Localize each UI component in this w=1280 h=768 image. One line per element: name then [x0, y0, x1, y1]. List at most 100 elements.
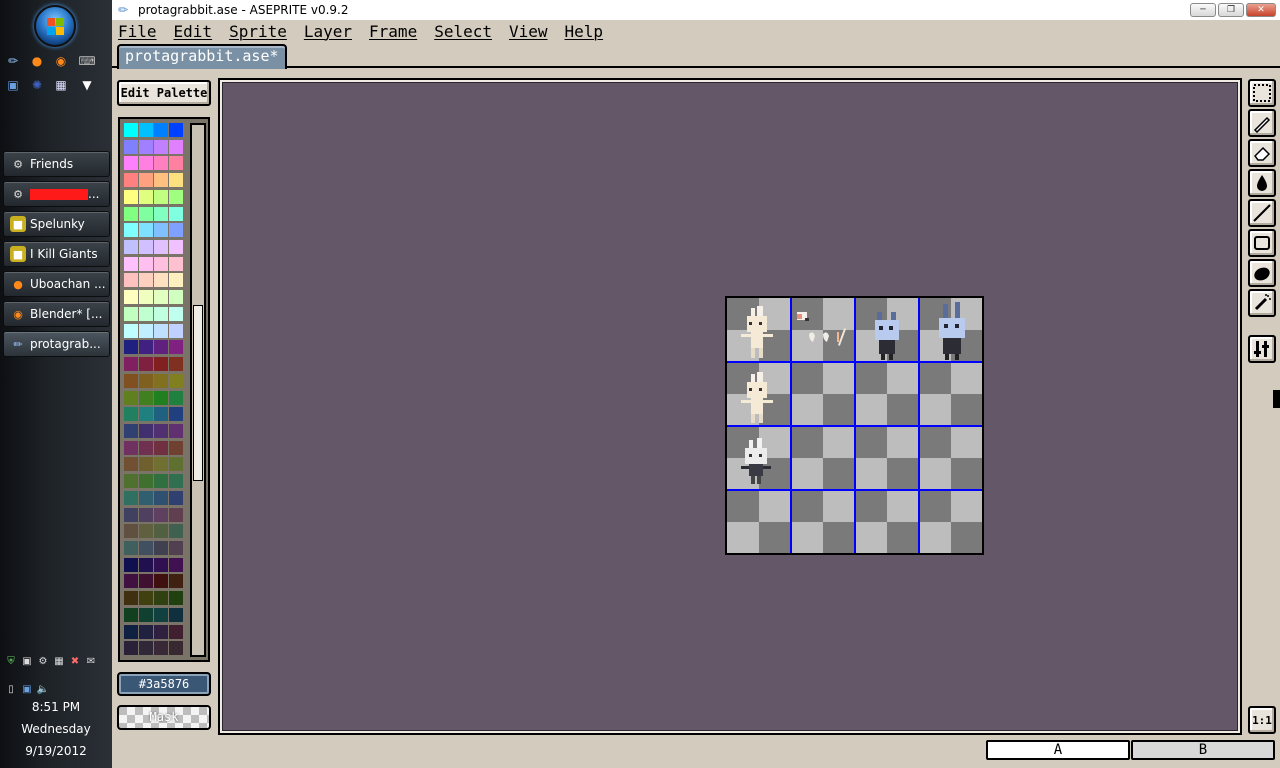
- palette-swatch[interactable]: [124, 139, 138, 154]
- palette-swatch[interactable]: [154, 323, 168, 338]
- palette-swatch[interactable]: [154, 641, 168, 656]
- keyboard-quicklaunch-icon[interactable]: ⌨: [78, 52, 96, 70]
- palette-swatch[interactable]: [169, 373, 183, 388]
- palette-swatch[interactable]: [169, 624, 183, 639]
- palette-swatch[interactable]: [124, 256, 138, 271]
- palette-swatch[interactable]: [169, 340, 183, 355]
- palette-swatch[interactable]: [154, 524, 168, 539]
- palette-swatch[interactable]: [139, 557, 153, 572]
- palette-swatch[interactable]: [139, 591, 153, 606]
- palette-swatch[interactable]: [154, 139, 168, 154]
- palette-swatch[interactable]: [154, 273, 168, 288]
- palette-swatch[interactable]: [124, 641, 138, 656]
- palette-swatch[interactable]: [169, 641, 183, 656]
- palette-swatch[interactable]: [154, 540, 168, 555]
- firefox-quicklaunch-icon[interactable]: ●: [28, 52, 46, 70]
- taskbar-item-i-kill-giants[interactable]: ■ I Kill Giants: [3, 241, 110, 267]
- palette-swatch[interactable]: [169, 574, 183, 589]
- palette-swatch[interactable]: [154, 390, 168, 405]
- palette-swatch[interactable]: [139, 373, 153, 388]
- tool-line[interactable]: [1248, 199, 1276, 227]
- palette-swatch[interactable]: [139, 390, 153, 405]
- palette-swatch[interactable]: [124, 574, 138, 589]
- palette-swatch[interactable]: [169, 189, 183, 204]
- palette-swatch[interactable]: [124, 540, 138, 555]
- palette-swatch[interactable]: [154, 591, 168, 606]
- editor-canvas-area[interactable]: [222, 82, 1238, 731]
- tool-ellipse[interactable]: [1248, 259, 1276, 287]
- menu-sprite[interactable]: Sprite: [229, 22, 287, 41]
- palette-swatch[interactable]: [139, 256, 153, 271]
- palette-swatch[interactable]: [124, 507, 138, 522]
- menu-file[interactable]: File: [118, 22, 157, 41]
- game-quicklaunch-icon[interactable]: ▦: [52, 76, 70, 94]
- taskbar-item-friends[interactable]: ⚙ Friends: [3, 151, 110, 177]
- layer-a-button[interactable]: A: [986, 740, 1130, 760]
- clock-time[interactable]: 8:51 PM: [0, 700, 112, 714]
- palette-swatch[interactable]: [139, 306, 153, 321]
- palette-swatch[interactable]: [169, 591, 183, 606]
- palette-swatch[interactable]: [169, 323, 183, 338]
- palette-swatch[interactable]: [139, 223, 153, 238]
- palette-swatch[interactable]: [139, 189, 153, 204]
- palette-swatch[interactable]: [154, 206, 168, 221]
- aseprite-quicklaunch-icon[interactable]: ✏: [4, 52, 22, 70]
- palette-swatch[interactable]: [154, 440, 168, 455]
- palette-swatch[interactable]: [139, 423, 153, 438]
- fox-quicklaunch-icon[interactable]: ▼: [78, 76, 96, 94]
- mask-color-field[interactable]: Mask: [117, 705, 211, 730]
- palette-swatch[interactable]: [139, 156, 153, 171]
- palette-swatch[interactable]: [169, 440, 183, 455]
- palette-swatch[interactable]: [169, 206, 183, 221]
- palette-scrollbar[interactable]: [190, 123, 206, 657]
- palette-swatch[interactable]: [124, 474, 138, 489]
- app-tray-icon[interactable]: ▦: [52, 654, 66, 668]
- palette-swatch[interactable]: [169, 123, 183, 137]
- palette-swatch[interactable]: [154, 156, 168, 171]
- palette-swatch[interactable]: [154, 490, 168, 505]
- taskbar-item-aseprite[interactable]: ✏ protagrab...: [3, 331, 110, 357]
- tool-options[interactable]: [1248, 335, 1276, 363]
- palette-swatch[interactable]: [124, 440, 138, 455]
- zoom-1-1-button[interactable]: 1:1: [1248, 706, 1276, 734]
- palette-swatch[interactable]: [139, 540, 153, 555]
- palette-swatch[interactable]: [124, 306, 138, 321]
- taskbar-item-blender[interactable]: ◉ Blender* [...: [3, 301, 110, 327]
- network-tray-icon[interactable]: ▣: [20, 654, 34, 668]
- palette-swatch[interactable]: [139, 641, 153, 656]
- palette-swatch[interactable]: [169, 240, 183, 255]
- palette-swatch[interactable]: [124, 123, 138, 137]
- palette-swatch[interactable]: [139, 340, 153, 355]
- sprite-canvas[interactable]: [725, 296, 984, 555]
- palette-swatch[interactable]: [154, 574, 168, 589]
- palette-swatch[interactable]: [154, 306, 168, 321]
- palette-swatch[interactable]: [124, 607, 138, 622]
- palette-swatch[interactable]: [139, 524, 153, 539]
- palette-swatch[interactable]: [139, 474, 153, 489]
- palette-swatch[interactable]: [154, 507, 168, 522]
- palette-swatch[interactable]: [124, 273, 138, 288]
- palette-swatch[interactable]: [139, 206, 153, 221]
- menu-layer[interactable]: Layer: [304, 22, 352, 41]
- palette-swatch[interactable]: [139, 273, 153, 288]
- palette-swatch[interactable]: [154, 256, 168, 271]
- palette-swatch[interactable]: [139, 507, 153, 522]
- maximize-button[interactable]: ❐: [1218, 3, 1244, 17]
- tab-protagrabbit[interactable]: protagrabbit.ase*: [117, 44, 287, 69]
- palette-swatch[interactable]: [169, 256, 183, 271]
- tool-rectangle[interactable]: [1248, 229, 1276, 257]
- palette-swatch[interactable]: [154, 123, 168, 137]
- connection-tray-icon[interactable]: ▣: [20, 682, 34, 696]
- palette-swatch[interactable]: [169, 306, 183, 321]
- palette-swatch[interactable]: [124, 223, 138, 238]
- palette-swatch[interactable]: [124, 189, 138, 204]
- palette-swatch[interactable]: [154, 407, 168, 422]
- palette-swatch[interactable]: [124, 290, 138, 305]
- palette-swatch[interactable]: [139, 240, 153, 255]
- menu-select[interactable]: Select: [434, 22, 492, 41]
- palette-swatch[interactable]: [169, 223, 183, 238]
- palette-swatch[interactable]: [169, 490, 183, 505]
- palette-swatch[interactable]: [154, 189, 168, 204]
- palette-swatch[interactable]: [124, 323, 138, 338]
- palette-swatch[interactable]: [139, 457, 153, 472]
